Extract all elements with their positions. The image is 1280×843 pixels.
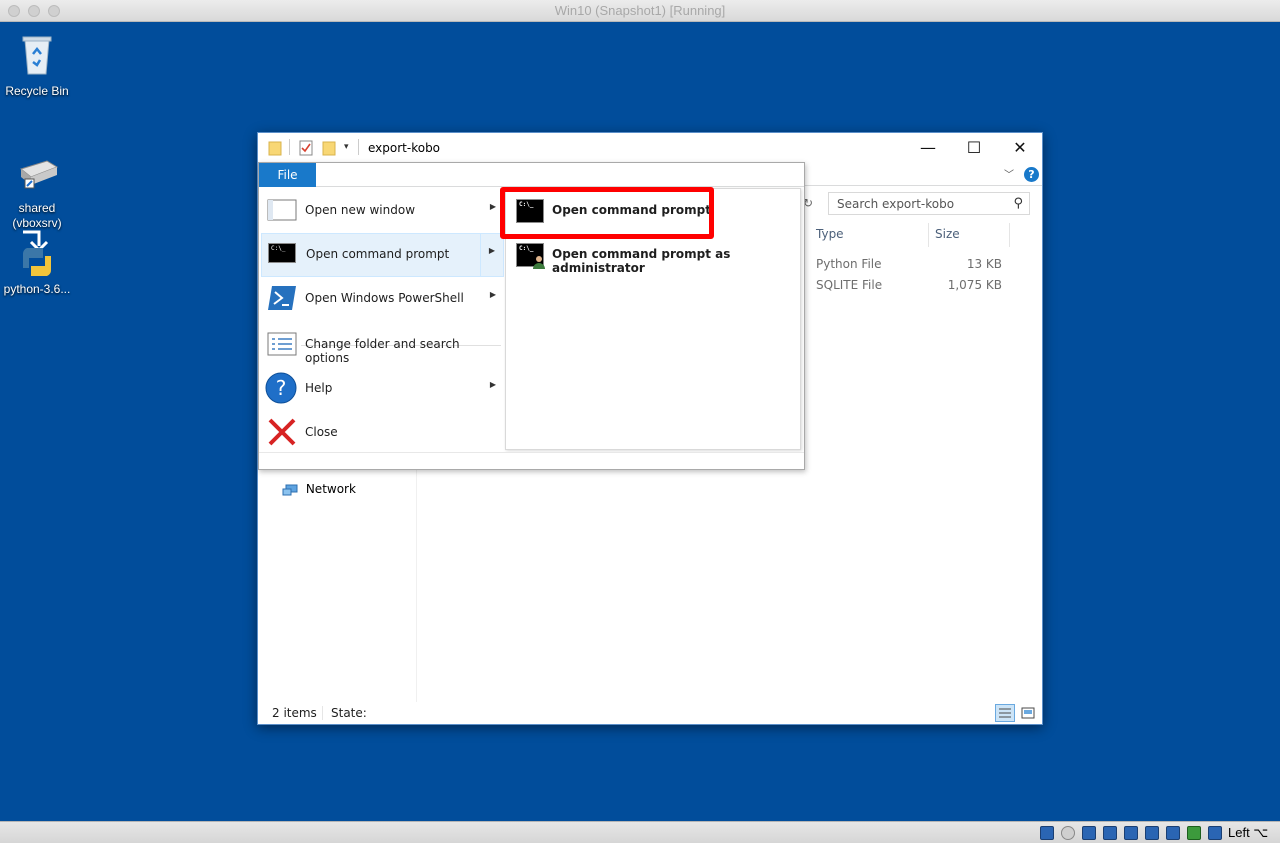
desktop-icon-label: python-3.6... [3,282,71,296]
large-icons-view-icon [1021,707,1035,719]
menu-label: Open new window [305,203,416,217]
status-bar: 2 items State: [258,702,1042,724]
large-icons-view-button[interactable] [1018,704,1038,722]
menu-label: Close [305,425,338,439]
desktop-icon-label: Recycle Bin [5,84,69,98]
menu-item-change-folder-options[interactable]: Change folder and search options [261,323,504,367]
highlight-box [500,187,714,239]
desktop-icon-recycle-bin[interactable]: Recycle Bin [0,30,74,99]
folder-icon [268,141,282,156]
recycle-bin-icon [22,36,52,75]
close-x-icon [268,418,296,446]
file-menu-commands: Open new window ▶ Open command prompt ▶ … [259,187,504,452]
svg-text:?: ? [276,376,287,400]
quick-access-toolbar: ▾ export-kobo — ☐ ✕ [258,133,1042,163]
python-installer-icon [22,230,52,276]
menu-item-open-new-window[interactable]: Open new window ▶ [261,189,504,233]
maximize-button[interactable]: ☐ [951,133,997,163]
column-header-type[interactable]: Type [816,227,844,241]
menu-label: Help [305,381,333,395]
vm-window-title: Win10 (Snapshot1) [Running] [554,3,726,18]
customize-toolbar-arrow[interactable]: ▾ [344,142,349,152]
recording-icon[interactable] [1187,826,1201,840]
menu-label: Change folder and search options [305,337,460,365]
vm-title-bar: Win10 (Snapshot1) [Running] [0,0,1280,22]
details-view-button[interactable] [995,704,1015,722]
menu-item-close[interactable]: Close [261,411,504,455]
network-adapter-icon[interactable] [1103,826,1117,840]
vm-status-bar: Left ⌥ [0,821,1280,843]
submenu-arrow-icon: ▶ [489,380,496,389]
nav-item-network[interactable]: Network [282,482,356,496]
window-title: export-kobo [368,141,441,155]
submenu-item-open-command-prompt-admin[interactable]: Open command prompt as administrator [512,235,794,275]
help-icon[interactable]: ? [1024,167,1039,182]
search-placeholder: Search export-kobo [837,197,955,211]
admin-user-icon [533,256,545,269]
submenu-arrow-icon: ▶ [489,290,496,299]
properties-icon[interactable] [299,140,313,156]
search-icon: ⚲ [1013,196,1023,211]
powershell-icon [268,286,296,310]
state-label: State: [331,706,367,720]
usb-icon[interactable] [1124,826,1138,840]
help-circle-icon: ? [265,372,297,404]
menu-item-open-command-prompt[interactable]: Open command prompt ▶ [261,233,504,277]
hard-disk-icon[interactable] [1040,826,1054,840]
details-view-icon [999,708,1011,718]
file-menu-footer [259,452,804,469]
new-folder-icon[interactable] [322,140,336,156]
display-icon[interactable] [1166,826,1180,840]
file-tab[interactable]: File [259,163,316,187]
close-button[interactable]: ✕ [997,133,1043,163]
expand-ribbon-chevron-icon[interactable]: ﹀ [1004,166,1014,181]
command-prompt-icon [268,243,296,263]
audio-icon[interactable] [1082,826,1096,840]
desktop-icon-label: shared (vboxsrv) [12,201,62,230]
nav-pane-divider [416,470,417,702]
row-2-type[interactable]: SQLITE File [816,278,882,292]
menu-item-open-powershell[interactable]: Open Windows PowerShell ▶ [261,277,504,321]
menu-label: Open command prompt [306,247,450,261]
desktop-icon-python-installer[interactable]: python-3.6... [0,228,74,297]
shared-folders-icon[interactable] [1145,826,1159,840]
network-drive-icon [19,160,59,189]
menu-item-help[interactable]: ? Help ▶ [261,367,504,411]
submenu-label: Open command prompt as administrator [552,247,731,275]
submenu-arrow-icon: ▶ [488,246,495,255]
optical-drive-icon[interactable] [1061,826,1075,840]
item-count: 2 items [272,706,317,720]
row-1-size[interactable]: 13 KB [958,257,1002,271]
column-header-size[interactable]: Size [935,227,960,241]
mouse-integration-icon[interactable] [1208,826,1222,840]
minimize-button[interactable]: — [905,133,951,163]
row-2-size[interactable]: 1,075 KB [938,278,1002,292]
network-icon [282,484,298,495]
nav-label-network: Network [305,482,356,496]
host-key-label: Left ⌥ [1228,825,1269,840]
folder-options-icon [267,332,297,356]
menu-label: Open Windows PowerShell [305,291,464,305]
new-window-icon [267,199,297,221]
submenu-arrow-icon: ▶ [489,202,496,211]
search-box[interactable]: Search export-kobo ⚲ [828,192,1030,215]
row-1-type[interactable]: Python File [816,257,882,271]
